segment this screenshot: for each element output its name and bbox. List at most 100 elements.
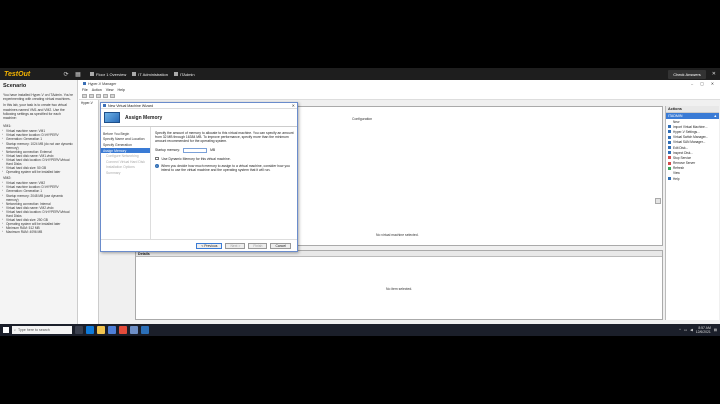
actions-pane: Actions ITADMIN ▲ New Import Virtual Machi… xyxy=(665,106,719,320)
vm2-setting-item: Startup memory: 2048 MB (use dynamic mem… xyxy=(0,194,77,202)
action-label: Edit Disk... xyxy=(673,145,689,150)
it-administration-label: IT Administration xyxy=(138,71,168,77)
show-hide-tree-icon[interactable] xyxy=(96,94,101,98)
action-label: Hyper-V Settings... xyxy=(673,129,700,134)
edge-icon[interactable] xyxy=(86,326,94,334)
dynamic-memory-checkbox[interactable] xyxy=(155,156,159,161)
cancel-button[interactable]: Cancel xyxy=(270,242,291,249)
window-controls[interactable]: – ▢ ✕ xyxy=(691,81,717,86)
wizard-steps: Before You Begin Specify Name and Locatio… xyxy=(101,127,151,239)
menu-view[interactable]: View xyxy=(106,88,114,92)
hyperv-app-icon xyxy=(83,82,86,85)
action-label: Remove Server xyxy=(673,161,696,166)
refresh-icon[interactable]: ⟳ xyxy=(60,71,72,78)
action-label: Inspect Disk... xyxy=(673,150,694,155)
action-icon xyxy=(668,156,671,160)
system-tray: ^ ▭ ◀ 8:57 AM 12/6/2021 ▤ xyxy=(679,326,717,334)
wizard-step: Summary xyxy=(106,170,121,175)
taskbar-search-placeholder: Type here to search xyxy=(18,328,50,332)
next-button[interactable]: Next > xyxy=(225,242,246,249)
finish-button[interactable]: Finish xyxy=(248,242,268,249)
startup-memory-input[interactable] xyxy=(183,147,208,153)
action-icon xyxy=(668,135,671,139)
volume-icon[interactable]: ◀ xyxy=(690,328,693,332)
action-icon xyxy=(668,125,671,129)
wizard-heading: Assign Memory xyxy=(125,114,163,121)
chevron-up-icon[interactable]: ^ xyxy=(679,328,681,332)
action-icon xyxy=(668,172,671,175)
wizard-content: Specify the amount of memory to allocate… xyxy=(155,131,295,172)
testout-logo: TestOut xyxy=(4,70,31,78)
floor-overview-link[interactable]: Floor 1 Overview xyxy=(90,72,126,77)
no-item-selected-text: No item selected. xyxy=(386,287,413,291)
console-icon[interactable] xyxy=(110,94,115,98)
forward-icon[interactable] xyxy=(89,94,94,98)
wizard-banner: Assign Memory xyxy=(101,109,297,127)
memory-info-note: i When you decide how much memory to ass… xyxy=(155,163,295,172)
startup-memory-row: Startup memory: MB xyxy=(155,147,295,153)
previous-button[interactable]: < Previous xyxy=(196,242,223,249)
wizard-app-icon xyxy=(103,104,106,107)
action-label: Help xyxy=(673,176,680,181)
notifications-icon[interactable]: ▤ xyxy=(714,328,717,332)
actions-group-label: ITADMIN xyxy=(668,114,683,118)
menu-action[interactable]: Action xyxy=(92,88,102,92)
hyperv-toolbar xyxy=(79,93,720,100)
action-icon xyxy=(668,166,671,170)
network-icon[interactable]: ▭ xyxy=(684,328,687,332)
itadmin-link[interactable]: ITAdmin xyxy=(173,71,195,77)
taskbar-search-box[interactable]: ⌕ Type here to search xyxy=(12,326,72,334)
check-answers-button[interactable]: Check Answers xyxy=(668,69,706,79)
action-icon xyxy=(668,140,671,144)
app-taskbar-icon[interactable] xyxy=(141,326,149,334)
vm1-heading: VM1: xyxy=(3,124,12,129)
hyperv-taskbar-icon[interactable] xyxy=(130,326,138,334)
action-item[interactable]: Help xyxy=(666,176,719,181)
monitor-icon xyxy=(104,112,120,123)
room-icon xyxy=(132,72,137,76)
grid-icon[interactable]: ▦ xyxy=(72,71,84,78)
back-icon[interactable] xyxy=(82,94,87,98)
building-icon xyxy=(90,72,94,76)
dynamic-memory-label: Use Dynamic Memory for this virtual mach… xyxy=(161,156,231,161)
it-administration-link[interactable]: IT Administration xyxy=(132,72,168,77)
hyperv-tree: Hyper-V xyxy=(79,100,99,324)
column-configuration[interactable]: Configuration xyxy=(352,117,372,121)
menu-file[interactable]: File xyxy=(82,88,88,92)
dynamic-memory-row: Use Dynamic Memory for this virtual mach… xyxy=(155,157,295,161)
action-icon xyxy=(668,146,671,150)
wizard-title: New Virtual Machine Wizard xyxy=(108,103,154,108)
close-icon[interactable]: ✕ xyxy=(712,71,716,77)
close-icon[interactable]: ✕ xyxy=(292,103,295,108)
wizard-button-bar: < Previous Next > Finish Cancel xyxy=(101,239,297,251)
tree-item-hyperv[interactable]: Hyper-V xyxy=(79,100,98,106)
taskbar-clock[interactable]: 8:57 AM 12/6/2021 xyxy=(696,326,711,334)
vm1-setting-item: Startup memory: 1024 MB (do not use dyna… xyxy=(0,142,77,150)
screen: TestOut ⟳ ▦ Floor 1 Overview IT Administ… xyxy=(0,68,720,336)
action-label: View xyxy=(673,171,680,176)
action-icon xyxy=(668,120,671,123)
action-icon xyxy=(668,177,671,181)
details-panel: Details No item selected. xyxy=(135,250,663,320)
vm2-setting-item: Maximum RAM: 4096 MB xyxy=(0,230,77,234)
collapse-up-icon[interactable]: ▲ xyxy=(713,114,717,118)
windows-taskbar: ⌕ Type here to search ^ ▭ ◀ 8:57 AM 12/6… xyxy=(0,324,720,336)
chrome-icon[interactable] xyxy=(119,326,127,334)
itadmin-label: ITAdmin xyxy=(179,71,195,77)
wizard-step[interactable]: Specify Name and Location xyxy=(101,137,150,143)
hyperv-title-bar: Hyper-V Manager – ▢ ✕ xyxy=(79,80,720,87)
start-button[interactable] xyxy=(0,324,12,336)
help-icon[interactable] xyxy=(103,94,108,98)
scenario-pane: Scenario You have installed Hyper-V on I… xyxy=(0,80,78,324)
actions-title: Actions xyxy=(666,106,719,113)
task-view-icon[interactable] xyxy=(75,326,83,334)
vm1-setting-item: Operating system will be installed later xyxy=(0,170,77,174)
scenario-task: In this lab, your task is to create two … xyxy=(3,103,67,121)
menu-help[interactable]: Help xyxy=(118,88,125,92)
file-explorer-icon[interactable] xyxy=(97,326,105,334)
wizard-step: Connect Virtual Hard Disk xyxy=(106,159,145,164)
memory-description: Specify the amount of memory to allocate… xyxy=(155,131,294,144)
store-icon[interactable] xyxy=(108,326,116,334)
scroll-corner xyxy=(655,198,661,204)
no-vm-selected-text: No virtual machine selected. xyxy=(376,233,419,237)
